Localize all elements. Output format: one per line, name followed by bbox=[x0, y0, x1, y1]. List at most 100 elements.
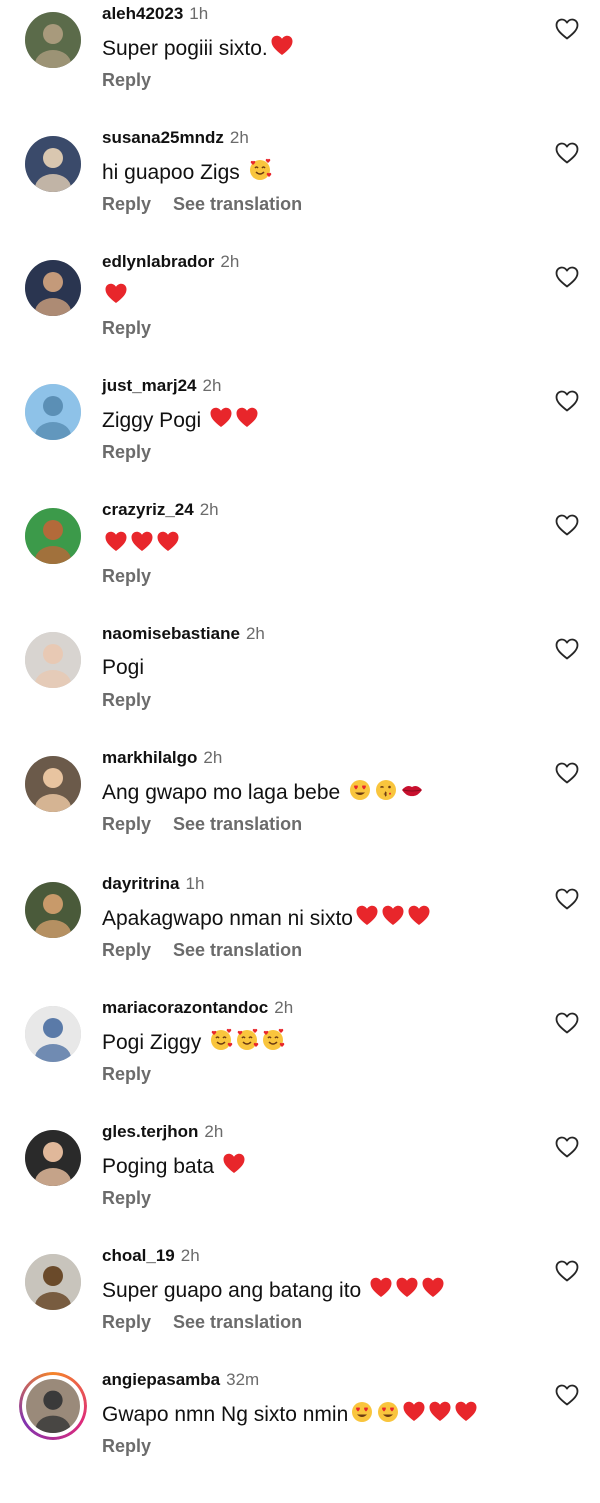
comment-meta: gles.terjhon 2h bbox=[102, 1121, 223, 1143]
avatar[interactable] bbox=[25, 882, 81, 938]
avatar[interactable] bbox=[25, 12, 81, 68]
avatar[interactable] bbox=[25, 508, 81, 564]
heart-eyes-icon bbox=[378, 1402, 399, 1422]
username[interactable]: markhilalgo bbox=[102, 748, 197, 767]
red-heart-icon bbox=[271, 35, 293, 55]
avatar[interactable] bbox=[25, 260, 81, 316]
comment-item: just_marj24 2h Ziggy Pogi Reply bbox=[0, 372, 600, 496]
comment-actions: Reply See translation bbox=[102, 1310, 302, 1334]
comment-meta: susana25mndz 2h bbox=[102, 127, 249, 149]
comment-emojis bbox=[353, 905, 431, 930]
red-heart-icon bbox=[157, 531, 179, 551]
face-blowing-kiss-icon bbox=[376, 780, 397, 800]
reply-button[interactable]: Reply bbox=[102, 70, 151, 90]
reply-button[interactable]: Reply bbox=[102, 1188, 151, 1208]
username[interactable]: crazyriz_24 bbox=[102, 500, 194, 519]
comment-meta: aleh42023 1h bbox=[102, 3, 208, 25]
username[interactable]: dayritrina bbox=[102, 874, 179, 893]
comment-text: Ang gwapo mo laga bebe bbox=[102, 778, 424, 807]
reply-button[interactable]: Reply bbox=[102, 1312, 151, 1332]
reply-button[interactable]: Reply bbox=[102, 940, 151, 960]
red-heart-icon bbox=[105, 283, 127, 303]
comment-item: angiepasamba 32m Gwapo nmn Ng sixto nmin … bbox=[0, 1366, 600, 1490]
see-translation-button[interactable]: See translation bbox=[173, 814, 302, 834]
comment-item: aleh42023 1h Super pogiii sixto. Reply bbox=[0, 0, 600, 124]
red-heart-icon bbox=[422, 1277, 444, 1297]
comment-actions: Reply bbox=[102, 688, 151, 712]
reply-button[interactable]: Reply bbox=[102, 1436, 151, 1456]
heart-outline-icon[interactable] bbox=[555, 390, 579, 412]
comment-item: choal_19 2h Super guapo ang batang ito Re… bbox=[0, 1242, 600, 1366]
avatar[interactable] bbox=[25, 1006, 81, 1062]
username[interactable]: choal_19 bbox=[102, 1246, 175, 1265]
see-translation-button[interactable]: See translation bbox=[173, 940, 302, 960]
comment-meta: edlynlabrador 2h bbox=[102, 251, 239, 273]
avatar-with-story-ring[interactable] bbox=[19, 1372, 87, 1440]
reply-button[interactable]: Reply bbox=[102, 1064, 151, 1084]
heart-outline-icon[interactable] bbox=[555, 1136, 579, 1158]
avatar[interactable] bbox=[25, 632, 81, 688]
heart-outline-icon[interactable] bbox=[555, 1260, 579, 1282]
heart-outline-icon[interactable] bbox=[555, 266, 579, 288]
comment-meta: just_marj24 2h bbox=[102, 375, 221, 397]
avatar-image bbox=[25, 1254, 81, 1310]
username[interactable]: angiepasamba bbox=[102, 1370, 220, 1389]
comment-actions: Reply See translation bbox=[102, 812, 302, 836]
timestamp: 2h bbox=[203, 748, 223, 767]
red-heart-icon bbox=[429, 1401, 451, 1421]
heart-outline-icon[interactable] bbox=[555, 18, 579, 40]
avatar-image bbox=[25, 1006, 81, 1062]
avatar[interactable] bbox=[25, 1254, 81, 1310]
heart-outline-icon[interactable] bbox=[555, 762, 579, 784]
avatar[interactable] bbox=[25, 136, 81, 192]
story-avatar-image bbox=[26, 1379, 80, 1433]
red-heart-icon bbox=[223, 1153, 245, 1173]
red-heart-icon bbox=[236, 407, 258, 427]
comment-item: naomisebastiane 2h Pogi Reply bbox=[0, 620, 600, 744]
red-heart-icon bbox=[356, 905, 378, 925]
comment-actions: Reply bbox=[102, 1062, 151, 1086]
red-heart-icon bbox=[131, 531, 153, 551]
comment-item: mariacorazontandoc 2h Pogi Ziggy Reply bbox=[0, 994, 600, 1118]
username[interactable]: mariacorazontandoc bbox=[102, 998, 268, 1017]
heart-eyes-icon bbox=[350, 780, 371, 800]
heart-outline-icon[interactable] bbox=[555, 142, 579, 164]
heart-outline-icon[interactable] bbox=[555, 888, 579, 910]
reply-button[interactable]: Reply bbox=[102, 814, 151, 834]
comment-text-body: Super pogiii sixto. bbox=[102, 37, 268, 60]
heart-outline-icon[interactable] bbox=[555, 514, 579, 536]
smiling-face-with-hearts-icon bbox=[263, 1028, 285, 1050]
reply-button[interactable]: Reply bbox=[102, 318, 151, 338]
red-heart-icon bbox=[455, 1401, 477, 1421]
username[interactable]: edlynlabrador bbox=[102, 252, 214, 271]
reply-button[interactable]: Reply bbox=[102, 690, 151, 710]
heart-eyes-icon bbox=[352, 1402, 373, 1422]
reply-button[interactable]: Reply bbox=[102, 442, 151, 462]
comment-emojis bbox=[367, 1277, 445, 1302]
comment-meta: choal_19 2h bbox=[102, 1245, 200, 1267]
heart-outline-icon[interactable] bbox=[555, 638, 579, 660]
comment-actions: Reply bbox=[102, 1186, 151, 1210]
username[interactable]: susana25mndz bbox=[102, 128, 224, 147]
heart-outline-icon[interactable] bbox=[555, 1384, 579, 1406]
heart-outline-icon[interactable] bbox=[555, 1012, 579, 1034]
username[interactable]: just_marj24 bbox=[102, 376, 197, 395]
see-translation-button[interactable]: See translation bbox=[173, 194, 302, 214]
reply-button[interactable]: Reply bbox=[102, 194, 151, 214]
username[interactable]: gles.terjhon bbox=[102, 1122, 198, 1141]
see-translation-button[interactable]: See translation bbox=[173, 1312, 302, 1332]
comment-text: hi guapoo Zigs bbox=[102, 158, 272, 187]
avatar-image bbox=[26, 1379, 80, 1433]
username[interactable]: naomisebastiane bbox=[102, 624, 240, 643]
reply-button[interactable]: Reply bbox=[102, 566, 151, 586]
timestamp: 2h bbox=[204, 1122, 224, 1141]
timestamp: 32m bbox=[226, 1370, 260, 1389]
avatar[interactable] bbox=[25, 1130, 81, 1186]
username[interactable]: aleh42023 bbox=[102, 4, 183, 23]
timestamp: 2h bbox=[245, 624, 265, 643]
comment-emojis bbox=[220, 1153, 246, 1178]
avatar[interactable] bbox=[25, 756, 81, 812]
comment-text-body: Poging bata bbox=[102, 1155, 220, 1178]
timestamp: 2h bbox=[180, 1246, 200, 1265]
avatar[interactable] bbox=[25, 384, 81, 440]
